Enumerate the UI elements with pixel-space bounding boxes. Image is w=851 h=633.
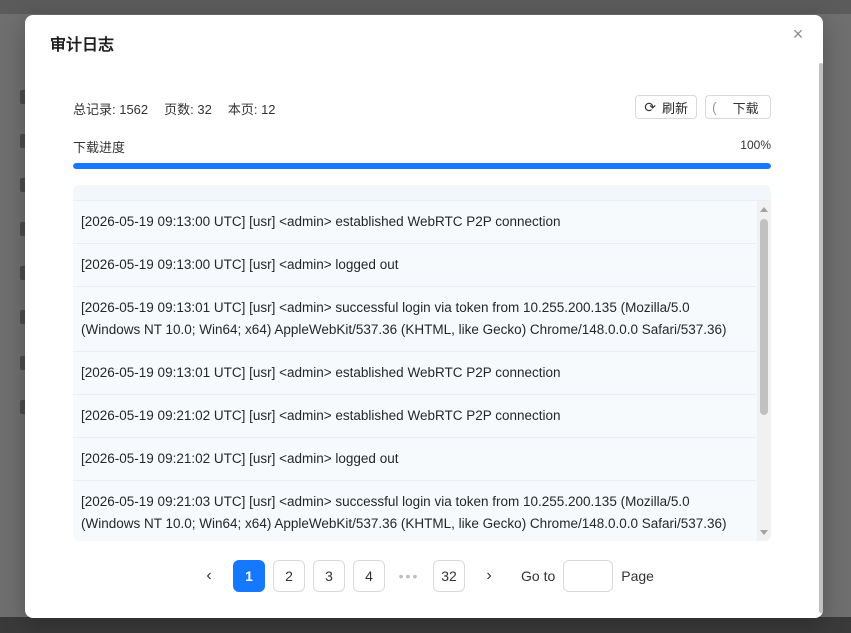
log-panel-header [73,185,771,201]
scroll-down-icon[interactable] [760,530,768,535]
log-entry: [2026-05-19 09:13:00 UTC] [usr] <admin> … [73,244,756,287]
log-stats: 总记录: 1562 页数: 32 本页: 12 [73,99,276,118]
progress-percent: 100% [740,138,771,152]
page-button-4[interactable]: 4 [353,560,385,592]
refresh-button[interactable]: ⟳ 刷新 [635,95,697,119]
goto-page-input[interactable] [563,560,614,592]
goto-suffix: Page [621,568,654,584]
log-entry: [2026-05-19 09:13:01 UTC] [usr] <admin> … [73,352,756,395]
modal-scrollbar[interactable] [817,61,823,618]
refresh-label: 刷新 [661,100,688,116]
refresh-icon: ⟳ [644,99,656,115]
page-button-last[interactable]: 32 [433,560,465,592]
scroll-up-icon[interactable] [760,207,768,212]
log-entry: [2026-05-19 09:21:02 UTC] [usr] <admin> … [73,395,756,438]
page-button-1[interactable]: 1 [233,560,265,592]
log-entry: [2026-05-19 09:13:00 UTC] [usr] <admin> … [73,201,756,244]
page-count: 页数: 32 [164,102,212,117]
modal-title: 审计日志 [50,37,115,54]
modal-scrollbar-thumb[interactable] [819,63,823,613]
goto-page: Go to Page [521,560,654,592]
log-entry: [2026-05-19 09:21:03 UTC] [usr] <admin> … [73,481,756,541]
download-button[interactable]: ( 下载 [705,95,771,119]
progress-fill [73,163,771,169]
log-scrollbar[interactable] [757,201,771,541]
goto-label: Go to [521,568,556,584]
progress-label: 下载进度 [73,140,126,155]
backdrop-bottom-strip [0,617,851,633]
total-records: 总记录: 1562 [73,102,149,117]
prev-page-icon[interactable]: ‹ [193,567,225,585]
log-entry: [2026-05-19 09:21:02 UTC] [usr] <admin> … [73,438,756,481]
log-panel: [2026-05-19 09:13:00 UTC] [usr] <admin> … [73,185,771,541]
download-label: 下载 [732,100,759,116]
log-scrollbar-thumb[interactable] [760,219,768,415]
log-list: [2026-05-19 09:13:00 UTC] [usr] <admin> … [73,201,756,541]
toolbar: ⟳ 刷新 ( 下载 [635,95,771,119]
audit-log-modal: 审计日志 × 总记录: 1562 页数: 32 本页: 12 ⟳ 刷新 ( 下载… [25,15,823,618]
page-button-3[interactable]: 3 [313,560,345,592]
page-ellipsis[interactable]: ••• [393,568,425,584]
pagination: ‹ 1 2 3 4 ••• 32 › Go to Page [193,560,654,592]
log-entry: [2026-05-19 09:13:01 UTC] [usr] <admin> … [73,287,756,352]
page-button-2[interactable]: 2 [273,560,305,592]
progress-bar [73,163,771,169]
current-page-count: 本页: 12 [227,102,276,117]
download-icon: ( [712,99,717,115]
next-page-icon[interactable]: › [473,567,505,585]
close-icon[interactable]: × [789,25,807,43]
